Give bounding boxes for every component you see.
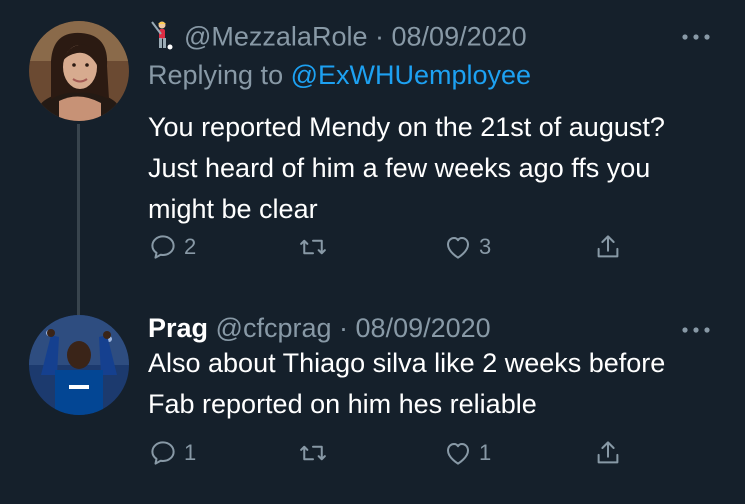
tweet-actions: 2 3 — [148, 232, 628, 272]
tweet-header: Prag @cfcprag · 08/09/2020 — [148, 313, 491, 344]
replying-to-handle[interactable]: @ExWHUemployee — [291, 60, 531, 90]
user-handle[interactable]: @cfcprag — [216, 313, 332, 343]
more-dots-icon[interactable] — [681, 22, 711, 48]
heart-icon — [447, 237, 469, 259]
tweet-date[interactable]: 08/09/2020 — [356, 313, 491, 343]
tweet-header: @MezzalaRole · 08/09/2020 — [148, 20, 527, 57]
reply-bubble-icon — [151, 235, 175, 259]
avatar[interactable] — [29, 21, 129, 121]
tweet-text: You reported Mendy on the 21st of august… — [148, 112, 665, 224]
like-button[interactable]: 1 — [443, 438, 491, 468]
reply-button[interactable]: 1 — [148, 438, 196, 468]
share-icon — [597, 441, 619, 464]
separator: · — [339, 313, 349, 343]
reply-count: 2 — [184, 234, 197, 259]
retweet-icon — [300, 239, 326, 255]
like-count: 1 — [479, 440, 492, 465]
tweet-actions: 1 1 — [148, 438, 628, 478]
like-button[interactable]: 3 — [443, 232, 491, 262]
replying-to: Replying to @ExWHUemployee — [148, 60, 531, 91]
share-button[interactable] — [593, 232, 623, 262]
tweet-text: Also about Thiago silva like 2 weeks bef… — [148, 348, 666, 419]
tweet-prag[interactable]: Prag @cfcprag · 08/09/2020 Also about Th… — [0, 290, 745, 504]
retweet-button[interactable] — [298, 438, 334, 468]
replying-to-label: Replying to — [148, 60, 284, 90]
like-count: 3 — [479, 234, 492, 259]
reply-bubble-icon — [151, 441, 175, 465]
golfer-emoji-icon — [148, 20, 174, 57]
tweet-date[interactable]: 08/09/2020 — [392, 22, 527, 52]
avatar[interactable] — [29, 315, 129, 415]
separator: · — [375, 21, 384, 52]
retweet-icon — [300, 445, 326, 461]
share-button[interactable] — [593, 438, 623, 468]
user-handle[interactable]: @MezzalaRole — [184, 22, 367, 52]
display-name[interactable]: Prag — [148, 313, 208, 343]
more-dots-icon[interactable] — [681, 315, 711, 341]
share-icon — [597, 235, 619, 258]
tweet-mezzalarole[interactable]: @MezzalaRole · 08/09/2020 Replying to @E… — [0, 0, 745, 320]
reply-button[interactable]: 2 — [148, 232, 196, 262]
heart-icon — [447, 443, 469, 465]
retweet-button[interactable] — [298, 232, 334, 262]
reply-count: 1 — [184, 440, 197, 465]
